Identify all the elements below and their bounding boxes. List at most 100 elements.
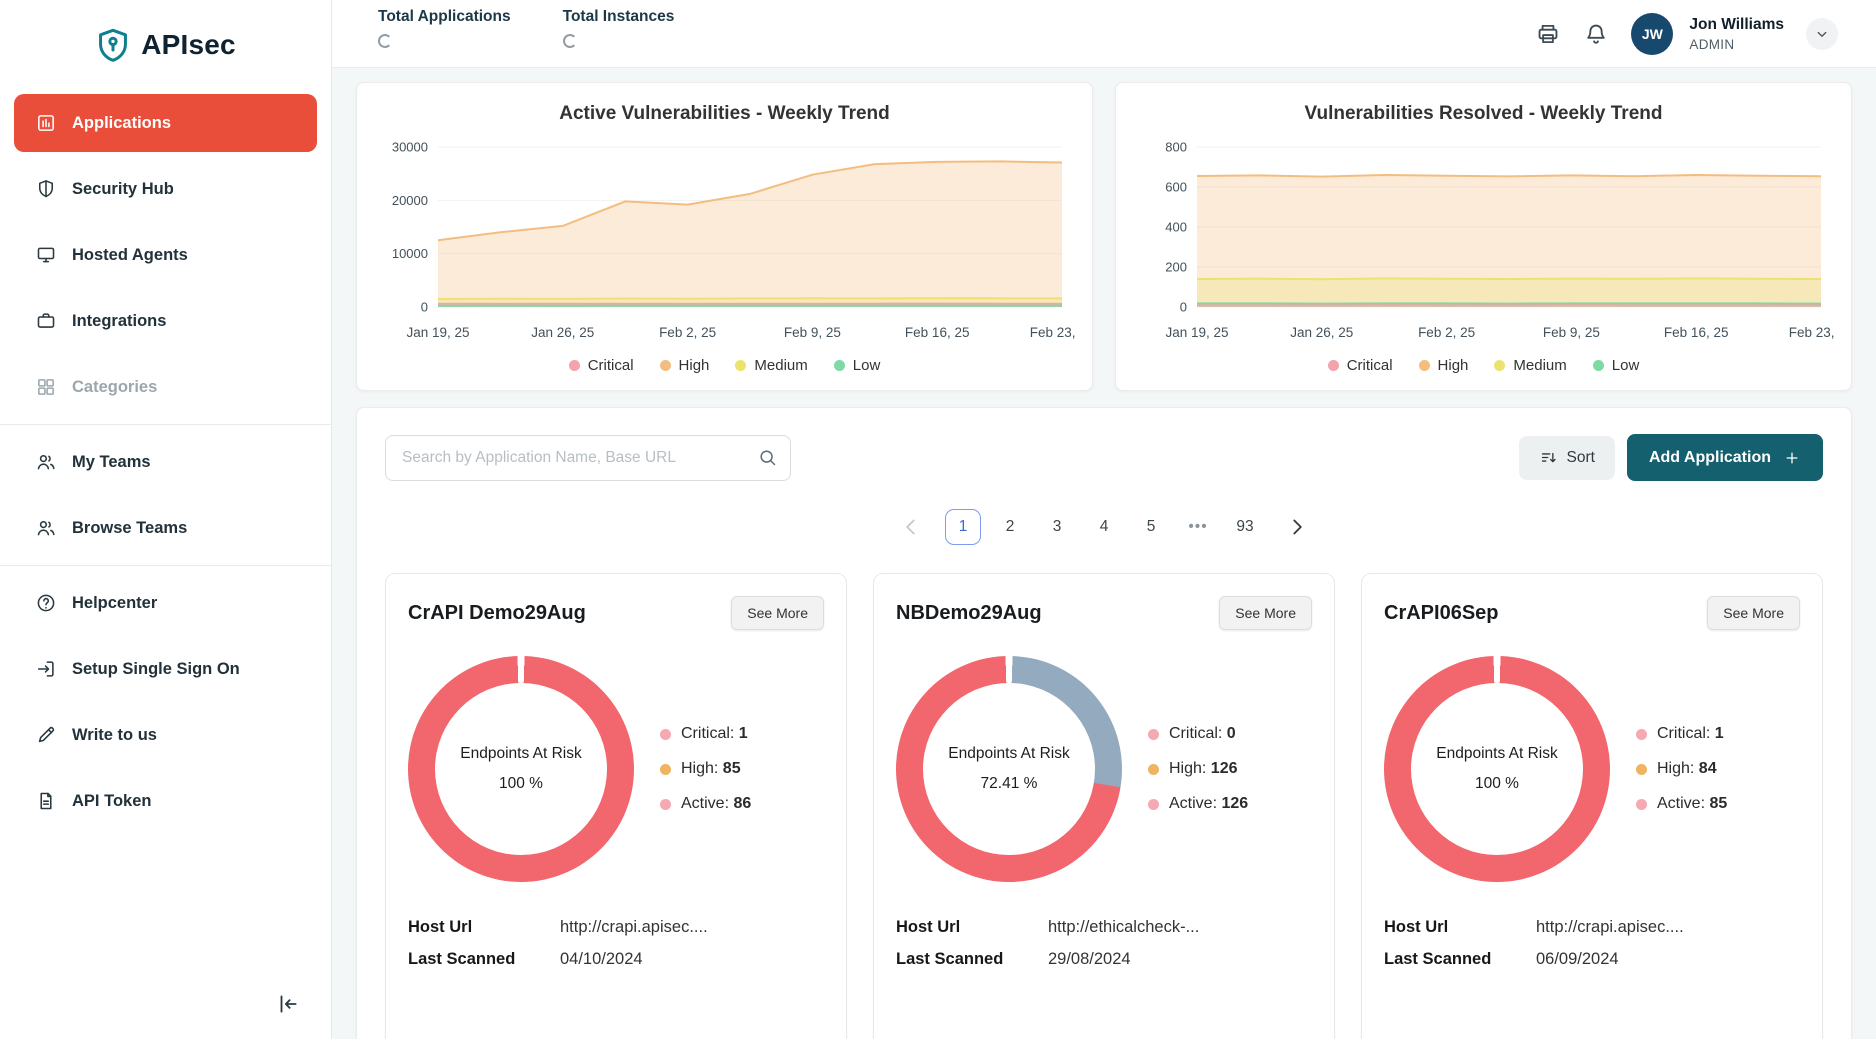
- legend-dot: [1419, 360, 1430, 371]
- sidebar-item-applications[interactable]: Applications: [14, 94, 317, 152]
- user-menu-chevron-icon[interactable]: [1806, 18, 1838, 50]
- application-card: CrAPI06SepSee MoreEndpoints At Risk100 %…: [1361, 573, 1823, 1039]
- pagination-next-icon[interactable]: [1284, 514, 1310, 540]
- sidebar-divider: [0, 424, 331, 425]
- avatar[interactable]: JW: [1631, 13, 1673, 55]
- pagination-page-93[interactable]: 93: [1227, 509, 1263, 545]
- bell-icon[interactable]: [1583, 21, 1609, 47]
- see-more-button[interactable]: See More: [1707, 596, 1800, 630]
- search-box: [385, 435, 791, 481]
- svg-text:Feb 2, 25: Feb 2, 25: [659, 325, 716, 340]
- pagination: 12345•••93: [385, 509, 1823, 545]
- stat-text: Active: 86: [681, 795, 751, 813]
- application-card: CrAPI Demo29Aug See More Endpoints At Risk…: [385, 573, 847, 1039]
- donut-center-label: Endpoints At Risk: [460, 745, 581, 763]
- svg-text:Feb 9, 25: Feb 9, 25: [783, 325, 840, 340]
- sidebar-item-write-to-us[interactable]: Write to us: [14, 706, 317, 764]
- grid-icon: [35, 376, 57, 398]
- legend-label: Critical: [588, 357, 634, 374]
- sidebar-item-my-teams[interactable]: My Teams: [14, 433, 317, 491]
- stat-dot: [1148, 764, 1159, 775]
- vuln-stat: Critical: 1: [660, 725, 751, 743]
- stat-dot: [1636, 729, 1647, 740]
- svg-text:10000: 10000: [391, 246, 427, 261]
- stat-dot: [660, 729, 671, 740]
- sidebar-item-integrations[interactable]: Integrations: [14, 292, 317, 350]
- vuln-stat: High: 84: [1636, 760, 1727, 778]
- sidebar-item-api-token[interactable]: API Token: [14, 772, 317, 830]
- endpoints-at-risk-donut: Endpoints At Risk72.41 %: [896, 656, 1122, 882]
- pagination-page-1[interactable]: 1: [945, 509, 981, 545]
- sort-button[interactable]: Sort: [1519, 436, 1615, 480]
- pagination-page-4[interactable]: 4: [1086, 509, 1122, 545]
- sidebar-item-setup-single-sign-on[interactable]: Setup Single Sign On: [14, 640, 317, 698]
- endpoints-at-risk-donut: Endpoints At Risk100 %: [408, 656, 634, 882]
- sidebar-item-label: Integrations: [72, 312, 166, 331]
- sidebar-divider: [0, 565, 331, 566]
- shield-icon: [35, 178, 57, 200]
- sidebar-item-label: Hosted Agents: [72, 246, 188, 265]
- application-name: NBDemo29Aug: [896, 602, 1042, 625]
- last-scanned-row: Last Scanned06/09/2024: [1384, 950, 1800, 969]
- last-scanned-label: Last Scanned: [408, 950, 560, 969]
- legend-label: High: [679, 357, 710, 374]
- sidebar-item-label: Applications: [72, 114, 171, 133]
- apisec-logo-icon: [95, 26, 131, 64]
- vuln-stat: Critical: 0: [1148, 725, 1248, 743]
- svg-text:30000: 30000: [391, 140, 427, 155]
- loading-spinner-icon: [563, 34, 577, 48]
- vuln-stats: Critical: 1High: 85Active: 86: [660, 725, 751, 813]
- pagination-page-5[interactable]: 5: [1133, 509, 1169, 545]
- chart-legend: CriticalHighMediumLow: [1126, 357, 1841, 374]
- legend-label: Medium: [754, 357, 807, 374]
- stat-text: Critical: 1: [1657, 725, 1724, 743]
- add-application-button[interactable]: Add Application: [1627, 434, 1823, 481]
- svg-text:Feb 23, 25: Feb 23, 25: [1029, 325, 1077, 340]
- collapse-sidebar-icon[interactable]: [275, 991, 301, 1017]
- sidebar-item-helpcenter[interactable]: Helpcenter: [14, 574, 317, 632]
- application-name: CrAPI Demo29Aug: [408, 602, 586, 625]
- legend-item: Low: [834, 357, 881, 374]
- app-root: APIsec ApplicationsSecurity HubHosted Ag…: [0, 0, 1876, 1039]
- toolbar-actions: Sort Add Application: [1519, 434, 1824, 481]
- sidebar-item-hosted-agents[interactable]: Hosted Agents: [14, 226, 317, 284]
- legend-label: Low: [1612, 357, 1640, 374]
- endpoints-at-risk-donut: Endpoints At Risk100 %: [1384, 656, 1610, 882]
- legend-item: Low: [1593, 357, 1640, 374]
- chart-legend: Critical High Medium Low: [367, 357, 1082, 374]
- legend-dot: [660, 360, 671, 371]
- legend-item: High: [1419, 357, 1469, 374]
- trend-chart-card: Active Vulnerabilities - Weekly Trend010…: [356, 82, 1093, 391]
- svg-text:Feb 9, 25: Feb 9, 25: [1542, 325, 1599, 340]
- host-url-label: Host Url: [896, 918, 1048, 937]
- legend-item: High: [660, 357, 710, 374]
- printer-icon[interactable]: [1535, 21, 1561, 47]
- stat-dot: [1636, 764, 1647, 775]
- pen-icon: [35, 724, 57, 746]
- sidebar-item-label: Helpcenter: [72, 594, 157, 613]
- header-stats: Total ApplicationsTotal Instances: [378, 0, 674, 48]
- host-url-row: Host Urlhttp://ethicalcheck-...: [896, 918, 1312, 937]
- header-actions: JW Jon Williams ADMIN: [1535, 13, 1838, 55]
- see-more-button[interactable]: See More: [1219, 596, 1312, 630]
- application-card-header: NBDemo29Aug See More: [896, 596, 1312, 630]
- svg-text:Feb 2, 25: Feb 2, 25: [1418, 325, 1475, 340]
- search-input[interactable]: [385, 435, 791, 481]
- host-url-value: http://crapi.apisec....: [1536, 918, 1684, 937]
- pagination-page-3[interactable]: 3: [1039, 509, 1075, 545]
- sidebar-item-browse-teams[interactable]: Browse Teams: [14, 499, 317, 557]
- stat-dot: [1148, 729, 1159, 740]
- sidebar-item-security-hub[interactable]: Security Hub: [14, 160, 317, 218]
- see-more-button[interactable]: See More: [731, 596, 824, 630]
- briefcase-icon: [35, 310, 57, 332]
- svg-text:800: 800: [1165, 140, 1187, 155]
- sidebar-item-label: Write to us: [72, 726, 157, 745]
- add-application-label: Add Application: [1649, 449, 1771, 467]
- last-scanned-row: Last Scanned04/10/2024: [408, 950, 824, 969]
- document-icon: [35, 790, 57, 812]
- sort-icon: [1539, 448, 1558, 467]
- pagination-page-2[interactable]: 2: [992, 509, 1028, 545]
- pagination-prev-icon[interactable]: [898, 514, 924, 540]
- monitor-icon: [35, 244, 57, 266]
- last-scanned-row: Last Scanned29/08/2024: [896, 950, 1312, 969]
